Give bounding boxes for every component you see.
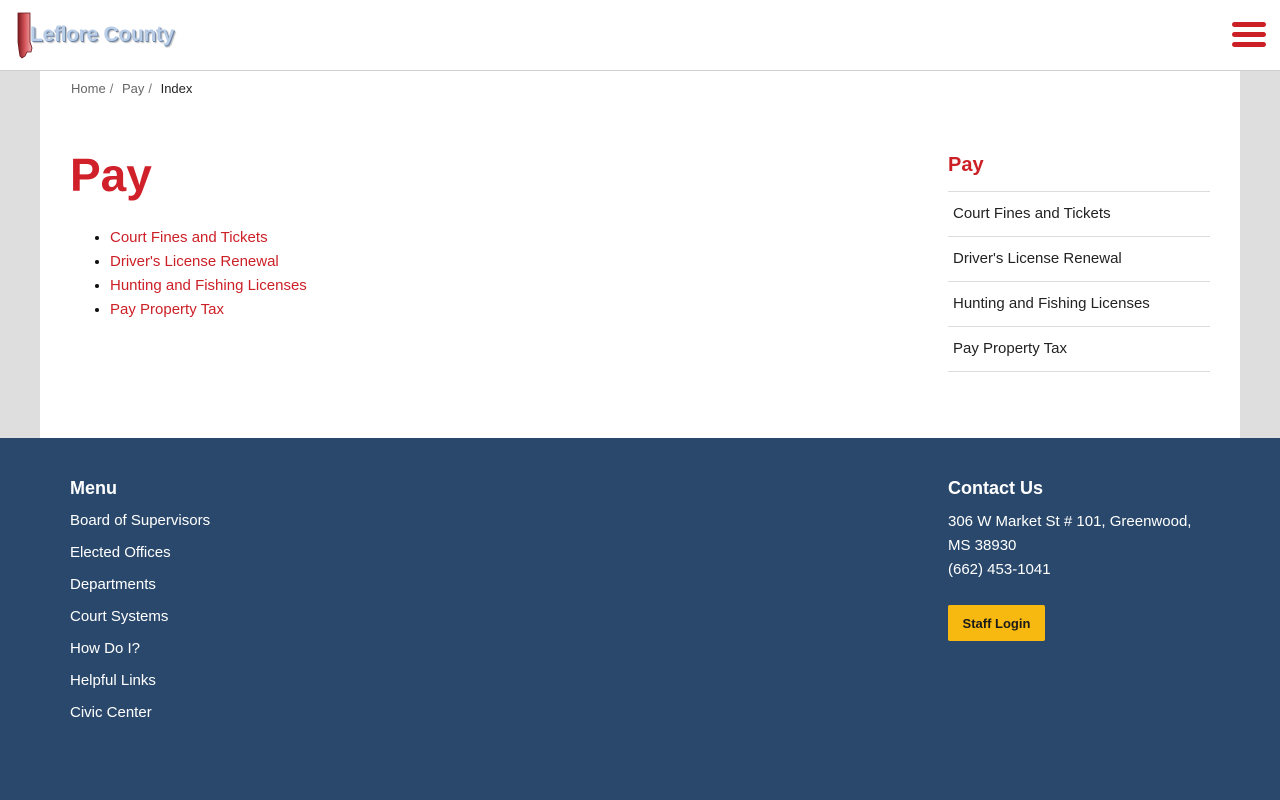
sidebar-nav: Pay Court Fines and Tickets Driver's Lic… [948,151,1210,372]
contact-phone: (662) 453-1041 [948,561,1051,578]
sidebar-list: Court Fines and Tickets Driver's License… [948,191,1210,372]
site-logo[interactable]: Leflore County [16,12,174,60]
contact-address: 306 W Market St # 101, Greenwood, MS 389… [948,513,1192,554]
footer-link-civic-center[interactable]: Civic Center [70,703,210,735]
footer-link-court-systems[interactable]: Court Systems [70,607,210,639]
footer-link-helpful-links[interactable]: Helpful Links [70,671,210,703]
footer-link-departments[interactable]: Departments [70,575,210,607]
sidebar-item-property-tax[interactable]: Pay Property Tax [948,327,1210,372]
footer-link-elected-offices[interactable]: Elected Offices [70,543,210,575]
site-header: Leflore County [0,0,1280,71]
footer-link-board-of-supervisors[interactable]: Board of Supervisors [70,511,210,543]
footer-menu-heading: Menu [70,478,117,498]
list-item: Driver's License Renewal [110,252,307,276]
hamburger-menu-icon[interactable] [1232,20,1266,50]
property-tax-link[interactable]: Pay Property Tax [110,301,224,318]
breadcrumb: Home / Pay / Index [71,81,192,96]
pay-link-list: Court Fines and Tickets Driver's License… [110,228,307,324]
list-item: Pay Property Tax [110,300,307,324]
breadcrumb-home[interactable]: Home [71,81,106,96]
hunting-fishing-link[interactable]: Hunting and Fishing Licenses [110,277,307,294]
sidebar-item-drivers-license[interactable]: Driver's License Renewal [948,237,1210,282]
breadcrumb-separator: / [148,81,152,96]
logo-text: Leflore County [30,23,174,46]
footer-link-how-do-i[interactable]: How Do I? [70,639,210,671]
main-content: Home/ Pay/ Index Pay Court Fines and Tic… [40,71,1240,438]
site-footer: Menu Board of Supervisors Elected Office… [0,438,1280,800]
footer-menu-list: Board of Supervisors Elected Offices Dep… [70,511,210,735]
list-item: Court Fines and Tickets [110,228,307,252]
list-item: Hunting and Fishing Licenses [110,276,307,300]
court-fines-link[interactable]: Court Fines and Tickets [110,229,268,246]
page-title: Pay [70,149,152,201]
contact-info: 306 W Market St # 101, Greenwood, MS 389… [948,510,1208,582]
footer-contact-heading: Contact Us [948,478,1044,498]
drivers-license-link[interactable]: Driver's License Renewal [110,253,279,270]
sidebar-title: Pay [948,154,984,176]
sidebar-item-court-fines[interactable]: Court Fines and Tickets [948,192,1210,237]
sidebar-item-hunting-fishing[interactable]: Hunting and Fishing Licenses [948,282,1210,327]
staff-login-button[interactable]: Staff Login [948,605,1045,641]
breadcrumb-separator: / [109,81,114,96]
breadcrumb-pay[interactable]: Pay [122,81,144,96]
breadcrumb-current: Index [160,81,193,96]
